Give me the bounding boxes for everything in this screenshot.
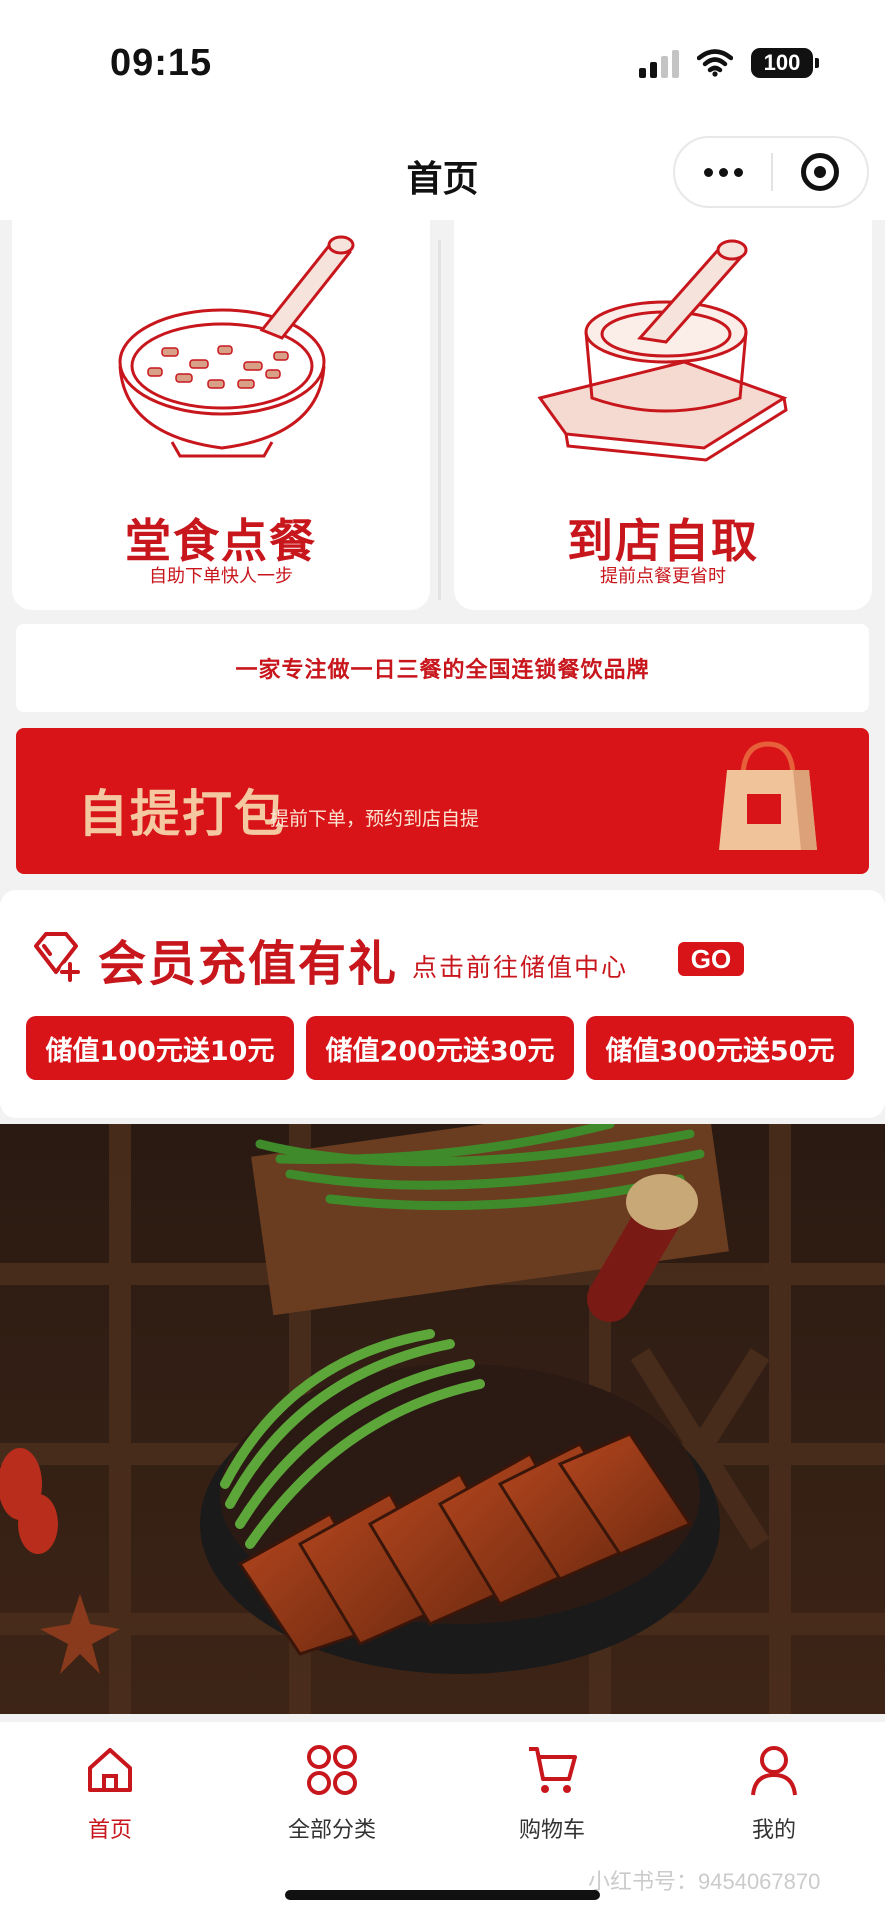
diamond-plus-icon bbox=[34, 932, 80, 982]
user-icon bbox=[751, 1746, 797, 1796]
status-time: 09:15 bbox=[110, 42, 213, 84]
cart-icon bbox=[529, 1747, 577, 1793]
card-divider bbox=[438, 240, 441, 600]
watermark: 小红书号：9454067870 bbox=[588, 1869, 821, 1894]
mortar-illustration bbox=[537, 239, 788, 462]
go-button[interactable]: GO bbox=[678, 942, 744, 976]
bowl-pestle-illustration bbox=[118, 235, 355, 458]
recharge-offers: 储值100元送10元 储值200元送30元 储值300元送50元 bbox=[26, 1016, 854, 1080]
recharge-offer-100[interactable]: 储值100元送10元 bbox=[26, 1016, 294, 1080]
status-icons: 100 bbox=[639, 48, 819, 78]
pickup-banner-title: 自提打包 bbox=[78, 785, 286, 843]
tab-profile-label: 我的 bbox=[751, 1818, 796, 1843]
recharge-offer-200[interactable]: 储值200元送30元 bbox=[306, 1016, 574, 1080]
member-title: 会员充值有礼 bbox=[98, 936, 399, 992]
braised-pork-bowl-photo bbox=[0, 1124, 885, 1714]
target-icon bbox=[800, 153, 839, 191]
member-recharge-card: 会员充值有礼 点击前往储值中心 GO 储值100元送10元 储值200元送30元… bbox=[0, 890, 885, 1118]
pickup-card[interactable]: 到店自取 提前点餐更省时 bbox=[454, 220, 872, 610]
mini-program-capsule bbox=[673, 136, 869, 208]
pickup-banner[interactable]: 自提打包 提前下单，预约到店自提 bbox=[16, 728, 869, 874]
member-hint[interactable]: 点击前往储值中心 bbox=[412, 948, 628, 984]
food-banner-image[interactable] bbox=[0, 1124, 885, 1714]
dine-in-subtitle: 自助下单快人一步 bbox=[149, 566, 293, 587]
close-mini-program-button[interactable] bbox=[773, 138, 867, 206]
brand-slogan: 一家专注做一日三餐的全国连锁餐饮品牌 bbox=[16, 624, 869, 712]
recharge-offer-300[interactable]: 储值300元送50元 bbox=[586, 1016, 854, 1080]
pickup-subtitle: 提前点餐更省时 bbox=[600, 566, 726, 587]
tab-profile[interactable]: 我的 bbox=[704, 1742, 844, 1844]
tab-all-categories-label: 全部分类 bbox=[287, 1818, 376, 1843]
battery-icon: 100 bbox=[751, 48, 819, 78]
tab-home-label: 首页 bbox=[87, 1818, 132, 1843]
shopping-bag-icon bbox=[719, 741, 817, 850]
grid-icon bbox=[307, 1745, 357, 1795]
tab-all-categories[interactable]: 全部分类 bbox=[262, 1742, 402, 1844]
tab-cart[interactable]: 购物车 bbox=[482, 1742, 622, 1844]
more-dots-icon bbox=[703, 167, 713, 177]
status-bar: 09:15 100 bbox=[0, 0, 885, 130]
more-button[interactable] bbox=[675, 138, 771, 206]
nav-bar: 首页 bbox=[0, 130, 885, 220]
home-icon bbox=[88, 1748, 132, 1792]
tab-cart-label: 购物车 bbox=[518, 1818, 585, 1843]
cellular-signal-icon bbox=[639, 48, 679, 78]
dine-in-card[interactable]: 堂食点餐 自助下单快人一步 bbox=[12, 220, 430, 610]
tab-home[interactable]: 首页 bbox=[40, 1742, 180, 1844]
home-indicator bbox=[285, 1890, 600, 1900]
wifi-icon bbox=[697, 49, 733, 77]
pickup-banner-description: 提前下单，预约到店自提 bbox=[270, 808, 480, 830]
